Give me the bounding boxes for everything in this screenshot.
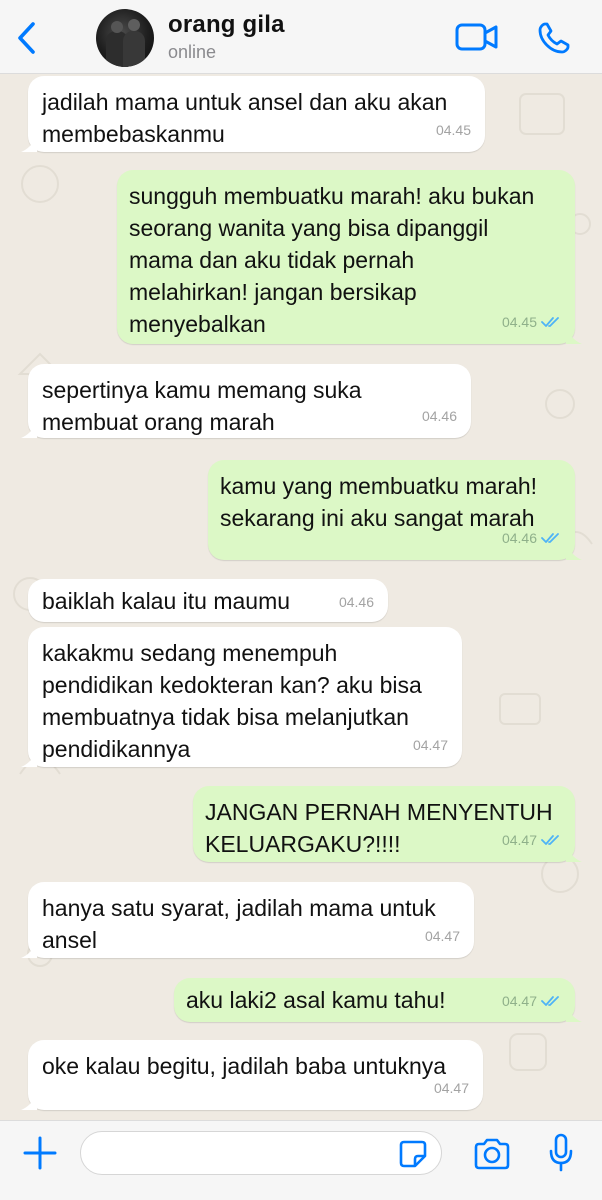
sticker-icon <box>399 1140 427 1168</box>
phone-icon <box>538 22 570 54</box>
contact-avatar[interactable] <box>96 9 154 67</box>
sticker-button[interactable] <box>398 1139 428 1169</box>
message-time: 04.46 <box>421 408 457 424</box>
contact-status: online <box>168 42 217 62</box>
bubble-tail <box>566 328 582 344</box>
back-button[interactable] <box>8 18 44 58</box>
message-bubble-outgoing[interactable]: sungguh membuatku marah! aku bukan seora… <box>117 170 582 344</box>
double-check-read-icon <box>541 996 559 1006</box>
message-bubble-incoming[interactable]: hanya satu syarat, jadilah mama untuk an… <box>21 882 474 958</box>
message-bubble-incoming[interactable]: oke kalau begitu, jadilah baba untuknya … <box>21 1040 483 1110</box>
message-time: 04.46 <box>338 594 374 610</box>
contact-name[interactable]: orang gila <box>168 11 285 39</box>
message-time: 04.47 <box>412 737 448 753</box>
bubble-tail <box>21 136 37 152</box>
message-bubble-incoming[interactable]: sepertinya kamu memang suka membuat oran… <box>21 364 471 438</box>
message-time: 04.45 <box>435 122 471 138</box>
chevron-left-icon <box>18 22 35 54</box>
message-text: sungguh membuatku marah! aku bukan seora… <box>129 183 535 337</box>
message-bubble-outgoing[interactable]: JANGAN PERNAH MENYENTUH KELUARGAKU?!!!! … <box>193 786 582 862</box>
chat-header: orang gila online <box>0 0 602 74</box>
camera-button[interactable] <box>472 1137 512 1171</box>
message-time: 04.47 <box>424 928 460 944</box>
message-input[interactable] <box>80 1131 442 1175</box>
double-check-read-icon <box>541 835 559 845</box>
message-time: 04.45 <box>501 314 537 330</box>
composer-bar <box>0 1120 602 1200</box>
double-check-read-icon <box>541 317 559 327</box>
microphone-icon <box>549 1133 573 1172</box>
message-bubble-incoming[interactable]: kakakmu sedang menempuh pendidikan kedok… <box>21 627 462 767</box>
bubble-tail <box>21 1094 37 1110</box>
message-time: 04.47 <box>501 832 537 848</box>
message-bubble-outgoing[interactable]: aku laki2 asal kamu tahu! 04.47 <box>174 978 582 1022</box>
message-text: kakakmu sedang menempuh pendidikan kedok… <box>42 640 422 762</box>
message-bubble-incoming[interactable]: jadilah mama untuk ansel dan aku akan me… <box>21 76 485 152</box>
bubble-tail <box>566 544 582 560</box>
message-text: jadilah mama untuk ansel dan aku akan me… <box>42 89 448 147</box>
microphone-button[interactable] <box>548 1133 574 1173</box>
bubble-tail <box>21 422 37 438</box>
bubble-tail <box>21 751 37 767</box>
bubble-tail <box>566 1006 582 1022</box>
message-text: baiklah kalau itu maumu <box>42 588 291 614</box>
message-time: 04.47 <box>433 1080 469 1096</box>
bubble-tail <box>566 846 582 862</box>
video-camera-icon <box>455 23 498 51</box>
video-call-button[interactable] <box>454 20 500 54</box>
message-time: 04.46 <box>501 530 537 546</box>
voice-call-button[interactable] <box>536 20 572 56</box>
message-time: 04.47 <box>501 993 537 1009</box>
message-text: sepertinya kamu memang suka membuat oran… <box>42 377 362 435</box>
camera-icon <box>474 1138 510 1170</box>
message-bubble-outgoing[interactable]: kamu yang membuatku marah! sekarang ini … <box>208 460 582 560</box>
message-text: hanya satu syarat, jadilah mama untuk an… <box>42 895 436 953</box>
chat-area[interactable]: jadilah mama untuk ansel dan aku akan me… <box>0 74 602 1120</box>
attach-button[interactable] <box>22 1135 58 1171</box>
message-bubble-incoming[interactable]: baiklah kalau itu maumu 04.46 <box>28 579 388 622</box>
plus-icon <box>23 1136 57 1170</box>
double-check-read-icon <box>541 533 559 543</box>
bubble-tail <box>21 942 37 958</box>
message-text: oke kalau begitu, jadilah baba untuknya <box>42 1053 447 1079</box>
